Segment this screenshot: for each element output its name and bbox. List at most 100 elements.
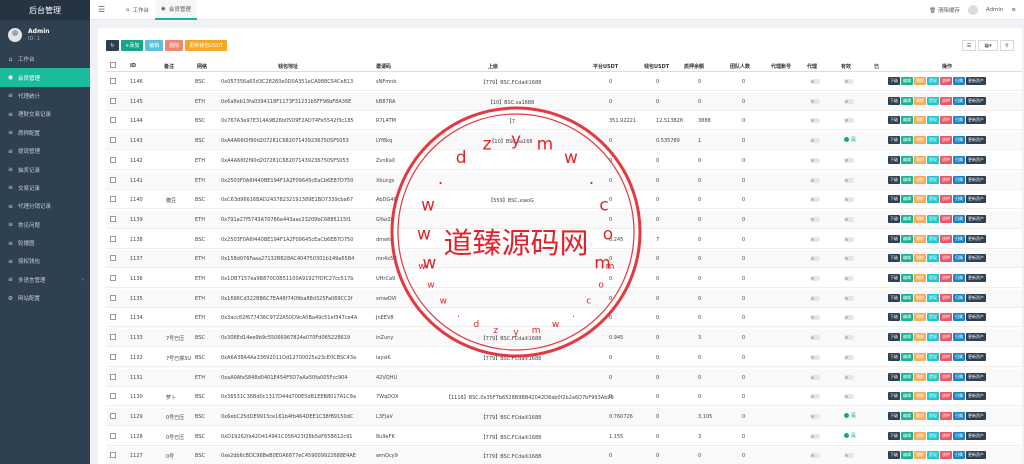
sidebar-item-10[interactable]: ≡ 轮播图 [0, 234, 90, 252]
delete-button[interactable]: 删除 [914, 116, 926, 125]
pledge-button[interactable]: 质押 [940, 352, 952, 361]
valid-on-indicator[interactable] [844, 432, 849, 438]
valid-on-indicator[interactable] [844, 412, 849, 418]
valid-toggle[interactable] [844, 335, 854, 341]
sidebar-item-0[interactable]: ⌂ 工作台 [0, 50, 90, 68]
assign-button[interactable]: 归属 [953, 411, 965, 420]
subordinate-button[interactable]: 下级 [888, 175, 900, 184]
subordinate-button[interactable]: 下级 [888, 451, 900, 460]
add-button[interactable]: + 添加 [121, 40, 144, 51]
assign-button[interactable]: 归属 [953, 96, 965, 105]
sidebar-item-2[interactable]: ≡ 代理统计 [0, 87, 90, 105]
row-checkbox[interactable] [110, 78, 116, 84]
update-assets-button[interactable]: 更新资产 [966, 175, 986, 184]
valid-toggle[interactable] [844, 216, 854, 222]
subordinate-button[interactable]: 下级 [888, 77, 900, 85]
assign-button[interactable]: 归属 [953, 274, 965, 282]
edit-button[interactable]: 编辑 [901, 411, 913, 420]
row-checkbox[interactable] [110, 275, 116, 281]
valid-toggle[interactable] [844, 315, 854, 321]
row-checkbox[interactable] [110, 373, 116, 380]
edit-button[interactable]: 编辑 [901, 136, 913, 145]
withdraw-button[interactable]: 提现 [927, 155, 939, 164]
pledge-button[interactable]: 质押 [940, 214, 952, 223]
pledge-button[interactable]: 质押 [940, 313, 952, 322]
delete-button[interactable]: 删除 [914, 293, 926, 302]
table-row[interactable]: 1127 0号 BSC 0xe2db6cBDC96BeB0E0A6877eC45900… [106, 447, 1022, 464]
valid-toggle[interactable] [844, 453, 854, 459]
agent-toggle[interactable] [810, 315, 820, 321]
assign-button[interactable]: 归属 [953, 293, 965, 302]
agent-toggle[interactable] [810, 197, 820, 203]
delete-button[interactable]: 删除 [914, 313, 926, 322]
update-assets-button[interactable]: 更新资产 [966, 431, 986, 440]
more-icon[interactable]: ≡ [1011, 7, 1016, 13]
valid-toggle[interactable] [844, 276, 854, 281]
row-checkbox[interactable] [110, 235, 116, 242]
subordinate-button[interactable]: 下级 [888, 155, 900, 164]
table-row[interactable]: 1128 0号已压 BSC 0xD19262fa42D414941C056423f28… [106, 428, 1022, 446]
subordinate-button[interactable]: 下级 [888, 234, 900, 243]
toggle-view-button[interactable]: ☰ [962, 40, 976, 51]
sidebar-item-13[interactable]: ⚙ 网站配置 [0, 289, 90, 307]
agent-toggle[interactable] [810, 413, 820, 419]
pledge-button[interactable]: 质押 [940, 431, 952, 440]
assign-button[interactable]: 归属 [953, 214, 965, 223]
sidebar-item-11[interactable]: ≡ 授权钱包 [0, 252, 90, 270]
pledge-button[interactable]: 质押 [940, 234, 952, 243]
agent-toggle[interactable] [810, 138, 820, 144]
sidebar-item-8[interactable]: ≡ 代理分销记录 [0, 197, 90, 215]
update-assets-button[interactable]: 更新资产 [966, 451, 986, 460]
assign-button[interactable]: 归属 [953, 136, 965, 145]
agent-toggle[interactable] [810, 295, 820, 301]
delete-button[interactable]: 删除 [914, 136, 926, 145]
edit-button[interactable]: 编辑 [901, 313, 913, 322]
pledge-button[interactable]: 质押 [940, 116, 952, 125]
subordinate-button[interactable]: 下级 [888, 313, 900, 322]
subordinate-button[interactable]: 下级 [888, 293, 900, 302]
col-wallet-usdt[interactable]: 钱包USDT [644, 63, 669, 70]
col-team[interactable]: 团队人数 [730, 63, 750, 70]
valid-toggle[interactable] [844, 256, 854, 262]
update-assets-button[interactable]: 更新资产 [966, 372, 986, 381]
table-row[interactable]: 1131 ETH 0xaA0Afa5848d0401E454F5D7aAa50fa0… [106, 368, 1022, 387]
pledge-button[interactable]: 质押 [940, 274, 952, 282]
agent-toggle[interactable] [810, 256, 820, 262]
withdraw-button[interactable]: 提现 [927, 411, 939, 420]
agent-toggle[interactable] [810, 236, 820, 242]
delete-button[interactable]: 删除 [914, 431, 926, 440]
update-assets-button[interactable]: 更新资产 [966, 313, 986, 322]
assign-button[interactable]: 归属 [953, 451, 965, 460]
subordinate-button[interactable]: 下级 [888, 333, 900, 342]
row-checkbox[interactable] [110, 412, 116, 419]
valid-toggle[interactable] [844, 374, 854, 380]
subordinate-button[interactable]: 下级 [888, 254, 900, 263]
withdraw-button[interactable]: 提现 [927, 333, 939, 342]
row-checkbox[interactable] [110, 176, 116, 183]
agent-toggle[interactable] [810, 79, 820, 84]
edit-button[interactable]: 编辑 [901, 274, 913, 282]
pledge-button[interactable]: 质押 [940, 77, 952, 85]
agent-toggle[interactable] [810, 433, 820, 439]
edit-button[interactable]: 编辑 [901, 451, 913, 460]
edit-button[interactable]: 编辑 [901, 175, 913, 184]
agent-toggle[interactable] [810, 276, 820, 281]
pledge-button[interactable]: 质押 [940, 333, 952, 342]
edit-button[interactable]: 编辑 [901, 372, 913, 381]
subordinate-button[interactable]: 下级 [888, 372, 900, 381]
agent-toggle[interactable] [810, 374, 820, 380]
pledge-button[interactable]: 质押 [940, 372, 952, 381]
update-assets-button[interactable]: 更新资产 [966, 333, 986, 342]
delete-button[interactable]: 删除 [914, 254, 926, 263]
assign-button[interactable]: 归属 [953, 77, 965, 85]
edit-button[interactable]: 编辑 [145, 40, 164, 51]
sidebar-item-5[interactable]: ≡ 提现管理 [0, 142, 90, 160]
update-assets-button[interactable]: 更新资产 [966, 77, 986, 85]
table-row[interactable]: 1129 0号已压 BSC 0x6ebC25dDE9913ce161b4fb464DE… [106, 407, 1022, 426]
withdraw-button[interactable]: 提现 [927, 96, 939, 105]
valid-toggle[interactable] [844, 118, 854, 124]
subordinate-button[interactable]: 下级 [888, 195, 900, 204]
valid-on-indicator[interactable] [844, 137, 849, 143]
edit-button[interactable]: 编辑 [901, 333, 913, 342]
row-checkbox[interactable] [110, 432, 116, 439]
